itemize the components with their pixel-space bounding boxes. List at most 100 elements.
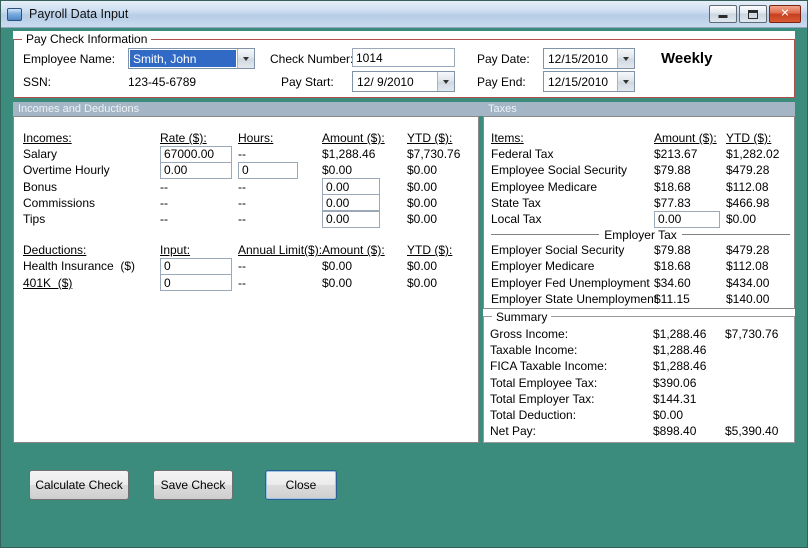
cell-amount: $79.88 (654, 163, 691, 178)
row-label: Employee Social Security (491, 163, 628, 178)
check-number-input[interactable] (352, 48, 455, 67)
employee-name-value: Smith, John (130, 50, 236, 67)
table-row: Employee Medicare $18.68 $112.08 (491, 179, 790, 195)
window-controls: ✕ (709, 5, 801, 23)
cell-ytd: $140.00 (726, 291, 770, 306)
taxes-panel: Items: Amount ($): YTD ($): Federal Tax … (483, 116, 795, 309)
calculate-check-button[interactable]: Calculate Check (29, 470, 129, 500)
bonus-amount-input[interactable] (322, 178, 380, 196)
table-row: Employer State Unemployment $11.15 $140.… (491, 291, 790, 307)
cell-value: $390.06 (653, 375, 697, 390)
row-label: Commissions (23, 195, 96, 210)
taxes-header-row: Items: Amount ($): YTD ($): (491, 130, 790, 146)
pay-start-dropdown-button[interactable] (437, 72, 454, 91)
chevron-down-icon (623, 79, 629, 84)
cell-ytd: $0.00 (407, 179, 438, 194)
chevron-down-icon (243, 56, 249, 61)
health-insurance-input[interactable] (160, 257, 232, 275)
row-label: Local Tax (491, 212, 542, 227)
local-tax-input[interactable] (654, 210, 720, 228)
column-header: YTD ($): (726, 131, 772, 146)
deductions-header-row: Deductions: Input: Annual Limit($): Amou… (23, 242, 474, 258)
column-header: Incomes: (23, 131, 72, 146)
pay-start-picker[interactable]: 12/ 9/2010 (352, 71, 455, 92)
column-header: Amount ($): (654, 131, 717, 146)
table-row: Employer Fed Unemployment $34.60 $434.00 (491, 275, 790, 291)
cell-rate: -- (160, 212, 168, 227)
pay-date-dropdown-button[interactable] (617, 49, 634, 68)
cell-ytd: $466.98 (726, 195, 770, 210)
row-label: Employer Medicare (491, 259, 595, 274)
pay-end-label: Pay End: (477, 75, 526, 89)
column-header: Input: (160, 243, 191, 258)
401k-input[interactable] (160, 274, 232, 292)
row-label: Total Employee Tax: (490, 375, 598, 390)
cell-amount: $18.68 (654, 179, 691, 194)
overtime-hours-input[interactable] (238, 161, 298, 179)
column-header: YTD ($): (407, 131, 453, 146)
app-icon (7, 7, 22, 21)
cell-hours: -- (238, 212, 246, 227)
taxes-section-header: Taxes (488, 103, 517, 115)
table-row: Total Employer Tax: $144.31 (490, 391, 791, 407)
check-number-label: Check Number: (270, 52, 354, 66)
cell-value: $1,288.46 (653, 359, 707, 374)
cell-amount: $1,288.46 (322, 147, 376, 162)
column-header: Hours: (238, 131, 274, 146)
table-row: Tips -- -- $0.00 (23, 210, 474, 228)
column-header: Items: (491, 131, 524, 146)
table-row: Local Tax $0.00 (491, 210, 790, 228)
save-check-button[interactable]: Save Check (153, 470, 233, 500)
cell-ytd: $0.00 (407, 163, 438, 178)
cell-ytd: $434.00 (726, 275, 770, 290)
employee-name-select[interactable]: Smith, John (128, 48, 255, 69)
table-row: State Tax $77.83 $466.98 (491, 195, 790, 211)
table-row: Employee Social Security $79.88 $479.28 (491, 162, 790, 178)
pay-end-picker[interactable]: 12/15/2010 (543, 71, 635, 92)
pay-start-value: 12/ 9/2010 (357, 74, 414, 89)
salary-rate-input[interactable] (160, 145, 232, 163)
cell-hours: -- (238, 147, 246, 162)
row-label: Employee Medicare (491, 179, 598, 194)
pay-date-picker[interactable]: 12/15/2010 (543, 48, 635, 69)
close-button[interactable]: Close (265, 470, 337, 500)
close-window-button[interactable]: ✕ (769, 5, 801, 23)
table-row: Bonus -- -- $0.00 (23, 178, 474, 196)
ssn-value: 123-45-6789 (128, 75, 197, 89)
tips-amount-input[interactable] (322, 210, 380, 228)
pay-end-dropdown-button[interactable] (617, 72, 634, 91)
table-row: Total Employee Tax: $390.06 (490, 375, 791, 391)
row-label: Health Insurance ($) (23, 259, 136, 274)
cell-amount: $0.00 (322, 275, 353, 290)
overtime-rate-input[interactable] (160, 161, 232, 179)
row-label: State Tax (491, 195, 541, 210)
commissions-amount-input[interactable] (322, 194, 380, 212)
401k-link[interactable]: 401K ($) (23, 276, 160, 290)
chevron-down-icon (443, 79, 449, 84)
cell-ytd: $1,282.02 (726, 147, 780, 162)
minimize-button[interactable] (709, 5, 737, 23)
row-label: Bonus (23, 179, 58, 194)
close-icon: ✕ (780, 7, 790, 20)
table-row: Federal Tax $213.67 $1,282.02 (491, 146, 790, 162)
section-header-bar: Incomes and Deductions Taxes (13, 102, 795, 116)
cell-rate: -- (160, 179, 168, 194)
column-header: Amount ($): (322, 243, 385, 258)
incomes-header-row: Incomes: Rate ($): Hours: Amount ($): YT… (23, 130, 474, 146)
column-header: Rate ($): (160, 131, 207, 146)
cell-value: $1,288.46 (653, 327, 707, 342)
table-row: Commissions -- -- $0.00 (23, 194, 474, 212)
divider-line (491, 234, 600, 236)
titlebar[interactable]: Payroll Data Input ✕ (1, 1, 807, 28)
employee-name-dropdown-button[interactable] (237, 49, 254, 68)
cell-ytd: $479.28 (726, 163, 770, 178)
column-header: YTD ($): (407, 243, 453, 258)
cell-ytd: $112.08 (726, 259, 769, 274)
row-label: Federal Tax (491, 147, 554, 162)
summary-group: Summary Gross Income: $1,288.46 $7,730.7… (483, 309, 795, 443)
maximize-button[interactable] (739, 5, 767, 23)
cell-ytd: $0.00 (407, 212, 438, 227)
row-label: Employer Social Security (491, 243, 625, 258)
column-header: Annual Limit($): (238, 243, 323, 258)
employer-tax-divider-label: Employer Tax (604, 227, 677, 242)
